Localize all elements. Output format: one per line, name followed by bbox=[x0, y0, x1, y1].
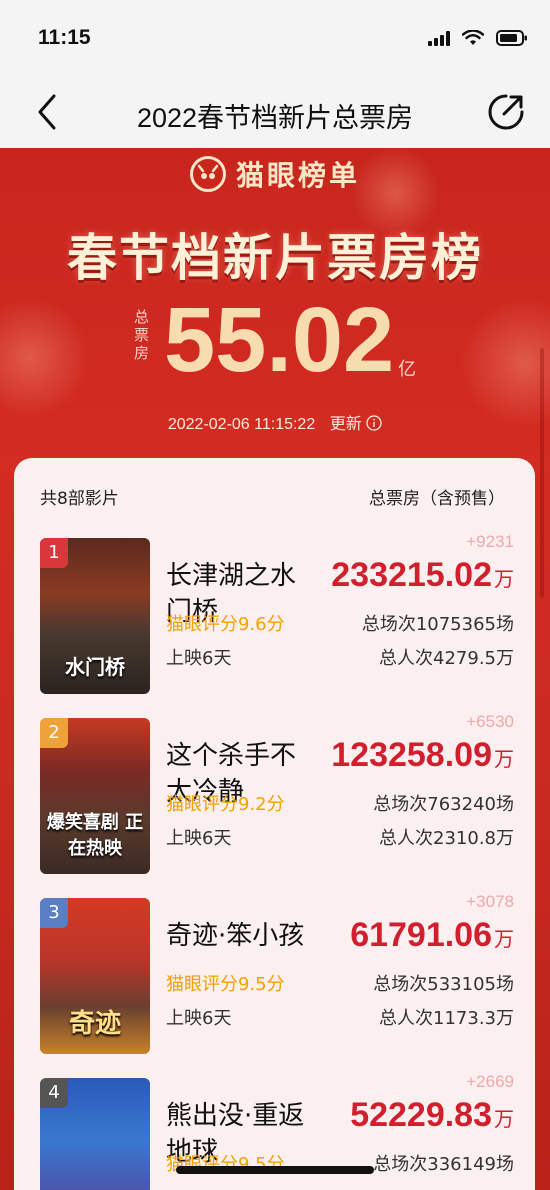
total-shows: 总场次763240场 bbox=[373, 794, 514, 815]
total-box-office-unit: 亿 bbox=[398, 359, 416, 380]
movie-box-office: 52229.83 万 bbox=[350, 1096, 514, 1134]
days-released: 上映6天 bbox=[166, 828, 232, 849]
status-bar: 11:15 bbox=[0, 0, 550, 78]
total-shows: 总场次533105场 bbox=[373, 974, 514, 995]
share-icon[interactable] bbox=[486, 92, 526, 132]
nav-bar: 2022春节档新片总票房 bbox=[0, 78, 550, 148]
maoyan-brand: 猫眼榜单 bbox=[0, 154, 550, 194]
movie-rating: 猫眼评分9.6分 bbox=[166, 614, 285, 635]
movie-poster[interactable]: 4 bbox=[40, 1078, 150, 1190]
box-office-delta: +6530 bbox=[466, 712, 514, 731]
status-icons bbox=[428, 30, 528, 46]
wifi-icon bbox=[462, 30, 484, 45]
movie-count: 共8部影片 bbox=[40, 489, 119, 509]
list-header: 共8部影片 总票房（含预售） bbox=[40, 484, 505, 509]
scrollbar[interactable] bbox=[540, 348, 544, 598]
total-admissions: 总人次1173.3万 bbox=[379, 1008, 514, 1029]
box-office-delta: +9231 bbox=[466, 532, 514, 551]
days-released: 上映6天 bbox=[166, 648, 232, 669]
column-label: 总票房（含预售） bbox=[369, 489, 505, 509]
poster-title: 奇迹 bbox=[68, 1009, 121, 1039]
update-time: 2022-02-06 11:15:22 bbox=[167, 416, 316, 433]
movie-box-office: 123258.09 万 bbox=[331, 736, 514, 774]
total-admissions: 总人次2310.8万 bbox=[379, 828, 514, 849]
movie-box-office: 233215.02 万 bbox=[331, 556, 514, 594]
box-office-delta: +2669 bbox=[466, 1072, 514, 1091]
update-row: 2022-02-06 11:15:22 更新 bbox=[0, 410, 550, 434]
total-box-office-label: 总票房 bbox=[134, 308, 150, 362]
total-box-office-value: 55.02 bbox=[164, 289, 395, 391]
rank-badge: 1 bbox=[40, 538, 68, 568]
movie-poster[interactable]: 2 爆笑喜剧 正在热映 bbox=[40, 718, 150, 874]
movie-list: 共8部影片 总票房（含预售） 1 水门桥 长津湖之水门桥 猫眼评分9.6分 上映… bbox=[14, 458, 535, 1190]
cat-logo-icon bbox=[189, 156, 226, 192]
status-time: 11:15 bbox=[38, 26, 91, 49]
poster-title: 水门桥 bbox=[65, 655, 125, 679]
ranking-banner: 猫眼榜单 春节档新片票房榜 总票房 55.02 亿 2022-02-06 11:… bbox=[0, 148, 550, 1190]
movie-rating: 猫眼评分9.5分 bbox=[166, 974, 285, 995]
total-shows: 总场次336149场 bbox=[373, 1154, 514, 1175]
movie-box-office: 61791.06 万 bbox=[350, 916, 514, 954]
info-icon[interactable] bbox=[366, 415, 382, 431]
page-title: 2022春节档新片总票房 bbox=[136, 103, 414, 133]
movie-poster[interactable]: 3 奇迹 bbox=[40, 898, 150, 1054]
movie-rating: 猫眼评分9.2分 bbox=[166, 794, 285, 815]
movie-row[interactable]: 1 水门桥 长津湖之水门桥 猫眼评分9.6分 上映6天 +9231 233215… bbox=[40, 532, 514, 694]
movie-poster[interactable]: 1 水门桥 bbox=[40, 538, 150, 694]
movie-title[interactable]: 奇迹·笨小孩 bbox=[166, 918, 366, 954]
total-shows: 总场次1075365场 bbox=[361, 614, 514, 635]
banner-title: 春节档新片票房榜 bbox=[67, 229, 483, 287]
box-office-delta: +3078 bbox=[466, 892, 514, 911]
brand-name: 猫眼榜单 bbox=[235, 159, 360, 192]
rank-badge: 2 bbox=[40, 718, 68, 748]
poster-title: 爆笑喜剧 正在热映 bbox=[46, 812, 144, 859]
cellular-signal-icon bbox=[428, 30, 450, 46]
rank-badge: 4 bbox=[40, 1078, 68, 1108]
home-indicator[interactable] bbox=[176, 1166, 374, 1174]
rank-badge: 3 bbox=[40, 898, 68, 928]
movie-row[interactable]: 2 爆笑喜剧 正在热映 这个杀手不太冷静 猫眼评分9.2分 上映6天 +6530… bbox=[40, 712, 514, 874]
update-label: 更新 bbox=[329, 416, 362, 433]
total-admissions: 总人次4279.5万 bbox=[379, 648, 514, 669]
battery-icon bbox=[496, 30, 527, 46]
days-released: 上映6天 bbox=[166, 1008, 232, 1029]
movie-row[interactable]: 3 奇迹 奇迹·笨小孩 猫眼评分9.5分 上映6天 +3078 61791.06… bbox=[40, 892, 514, 1054]
